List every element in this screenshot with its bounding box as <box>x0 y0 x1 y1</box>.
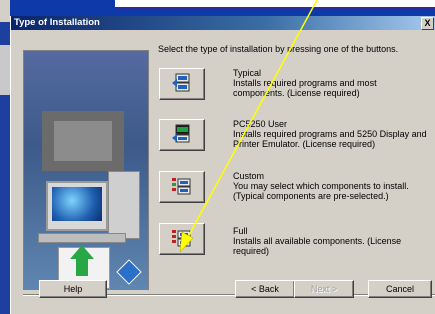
install-arrow-icon <box>70 245 94 259</box>
pc5250-title: PC5250 User <box>233 119 288 129</box>
background-window-edge <box>115 0 435 9</box>
custom-option-text: Custom You may select which components t… <box>233 171 423 201</box>
pc5250-icon <box>172 124 190 143</box>
desktop-window-fragment <box>0 0 10 22</box>
full-button[interactable] <box>159 223 205 255</box>
install-arrow-stem <box>76 258 88 276</box>
setup-illustration <box>23 50 149 290</box>
install-disk-icon <box>116 259 142 285</box>
monitor-screen <box>52 187 102 221</box>
keyboard-image <box>38 233 126 243</box>
cancel-button[interactable]: Cancel <box>368 280 432 298</box>
typical-title: Typical <box>233 68 262 78</box>
help-button[interactable]: Help <box>39 280 107 298</box>
pc5250-description: Installs required programs and 5250 Disp… <box>233 129 427 149</box>
computer-tower-image <box>108 171 140 239</box>
next-button: Next > <box>294 280 354 298</box>
full-title: Full <box>233 226 248 236</box>
custom-description: You may select which components to insta… <box>233 181 409 201</box>
window-title: Type of Installation <box>14 17 100 28</box>
full-install-icon <box>172 230 191 247</box>
pc5250-user-button[interactable] <box>159 119 205 151</box>
custom-install-icon <box>172 178 191 195</box>
monitor-image <box>46 181 108 231</box>
typical-button[interactable] <box>159 68 205 100</box>
server-detail <box>54 121 112 161</box>
typical-description: Installs required programs and most comp… <box>233 78 377 98</box>
full-option-text: Full Installs all available components. … <box>233 226 423 256</box>
close-button[interactable]: X <box>421 17 434 30</box>
back-button[interactable]: < Back <box>235 280 295 298</box>
desktop-window-fragment-2 <box>0 45 10 95</box>
full-description: Installs all available components. (Lice… <box>233 236 402 256</box>
typical-option-text: Typical Installs required programs and m… <box>233 68 393 98</box>
pc5250-option-text: PC5250 User Installs required programs a… <box>233 119 433 149</box>
title-bar[interactable]: Type of Installation X <box>11 16 435 30</box>
typical-install-icon <box>172 73 190 92</box>
custom-button[interactable] <box>159 171 205 203</box>
installation-dialog: Type of Installation X Select the type o… <box>10 16 435 314</box>
custom-title: Custom <box>233 171 265 181</box>
instruction-text: Select the type of installation by press… <box>158 44 399 54</box>
